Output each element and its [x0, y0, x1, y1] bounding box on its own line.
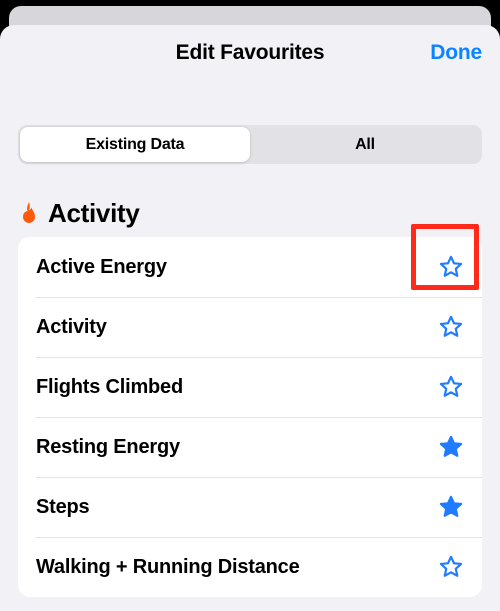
- sheet-title: Edit Favourites: [0, 25, 500, 81]
- list-item: Walking + Running Distance: [18, 537, 482, 597]
- list-item: Active Energy: [18, 237, 482, 297]
- row-label: Active Energy: [36, 256, 167, 279]
- edit-favourites-sheet: Edit Favourites Done Existing Data All A…: [0, 25, 500, 611]
- segment-existing-data[interactable]: Existing Data: [20, 127, 250, 162]
- row-label: Flights Climbed: [36, 376, 183, 399]
- section-title: Activity: [48, 198, 140, 229]
- star-icon[interactable]: [438, 494, 464, 520]
- row-label: Steps: [36, 496, 89, 519]
- segmented-control[interactable]: Existing Data All: [18, 125, 482, 164]
- favourites-list: Active Energy Activity Flights Climbed R…: [18, 237, 482, 597]
- list-item: Activity: [18, 297, 482, 357]
- flame-icon: [18, 200, 40, 228]
- star-icon[interactable]: [438, 314, 464, 340]
- section-header-activity: Activity: [18, 198, 482, 229]
- row-label: Walking + Running Distance: [36, 556, 300, 579]
- list-item: Steps: [18, 477, 482, 537]
- star-icon[interactable]: [438, 254, 464, 280]
- sheet-header: Edit Favourites Done: [0, 25, 500, 81]
- row-label: Activity: [36, 316, 107, 339]
- done-button[interactable]: Done: [430, 25, 482, 81]
- list-item: Resting Energy: [18, 417, 482, 477]
- row-label: Resting Energy: [36, 436, 180, 459]
- star-icon[interactable]: [438, 374, 464, 400]
- star-icon[interactable]: [438, 434, 464, 460]
- list-item: Flights Climbed: [18, 357, 482, 417]
- segment-all[interactable]: All: [250, 127, 480, 162]
- star-icon[interactable]: [438, 554, 464, 580]
